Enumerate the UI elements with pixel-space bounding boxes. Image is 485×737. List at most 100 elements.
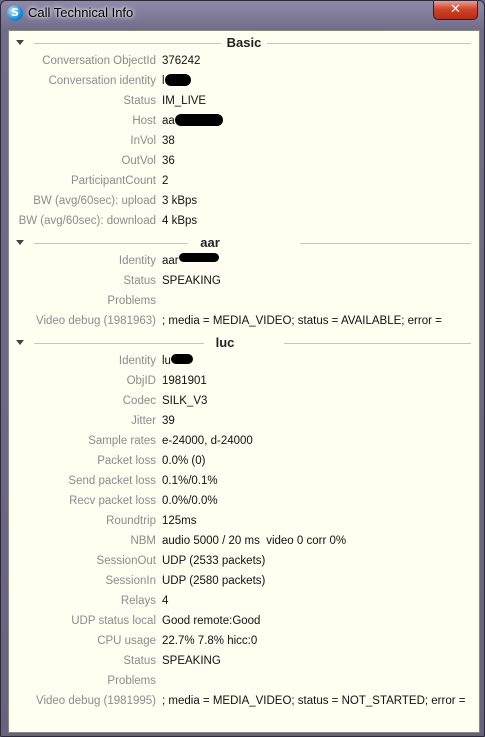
info-row: Problems: [9, 291, 479, 311]
row-label: UDP status local: [71, 615, 156, 627]
row-label: Video debug (1981995): [35, 695, 156, 707]
row-label: ParticipantCount: [70, 175, 156, 187]
row-value: e-24000, d-24000: [162, 435, 253, 447]
row-label: SessionOut: [96, 555, 156, 567]
info-row: Problems: [9, 671, 479, 691]
info-row: InVol 38: [9, 131, 479, 151]
row-label: Codec: [122, 395, 156, 407]
info-row: Sample rates e-24000, d-24000: [9, 431, 479, 451]
title-bar[interactable]: S Call Technical Info ✕: [1, 1, 484, 25]
row-value: SPEAKING: [162, 275, 221, 287]
info-row: BW (avg/60sec): download 4 kBps: [9, 211, 479, 231]
window-title: Call Technical Info: [28, 5, 134, 20]
info-row: Jitter 39: [9, 411, 479, 431]
redaction-mark: [174, 114, 223, 126]
row-value: 22.7% 7.8% hicc:0: [162, 635, 258, 647]
skype-icon: S: [7, 5, 23, 21]
row-value: 4 kBps: [162, 215, 198, 227]
row-label: Conversation identity: [48, 75, 156, 87]
info-row: UDP status local Good remote:Good: [9, 611, 479, 631]
row-label: Problems: [107, 295, 156, 307]
info-row: Identity lu: [9, 351, 479, 371]
row-value: UDP (2580 packets): [162, 575, 266, 587]
row-label: Sample rates: [88, 435, 156, 447]
row-label: Problems: [107, 675, 156, 687]
row-value: aar: [162, 255, 179, 267]
row-value: 0.0%/0.0%: [162, 495, 218, 507]
info-row: Roundtrip 125ms: [9, 511, 479, 531]
info-row: OutVol 36: [9, 151, 479, 171]
info-row: Recv packet loss 0.0%/0.0%: [9, 491, 479, 511]
row-value: ; media = MEDIA_VIDEO; status = AVAILABL…: [162, 315, 442, 327]
info-row: Status IM_LIVE: [9, 91, 479, 111]
info-row: SessionOut UDP (2533 packets): [9, 551, 479, 571]
call-technical-info-window: S Call Technical Info ✕ Basic Conversati…: [0, 0, 485, 737]
section-title-participant-1: aar: [194, 235, 226, 250]
info-row: ParticipantCount 2: [9, 171, 479, 191]
row-label: Identity: [118, 255, 156, 267]
row-label: Status: [123, 275, 156, 287]
section-header-participant-2[interactable]: luc: [9, 333, 479, 353]
redaction-mark: [240, 336, 279, 347]
info-row: Packet loss 0.0% (0): [9, 451, 479, 471]
info-row: BW (avg/60sec): upload 3 kBps: [9, 191, 479, 211]
row-label: Video debug (1981963): [35, 315, 156, 327]
row-label: Packet loss: [97, 455, 156, 467]
row-value: audio 5000 / 20 ms video 0 corr 0%: [162, 535, 347, 547]
info-row: SessionIn UDP (2580 packets): [9, 571, 479, 591]
row-value: Good remote:Good: [162, 615, 261, 627]
row-label: SessionIn: [105, 575, 156, 587]
row-label: NBM: [130, 535, 156, 547]
section-header-basic[interactable]: Basic: [9, 33, 479, 53]
info-row: Status SPEAKING: [9, 651, 479, 671]
row-value: UDP (2533 packets): [162, 555, 266, 567]
section-title-participant-2: luc: [209, 335, 241, 350]
row-value: 38: [162, 135, 175, 147]
info-row: Video debug (1981963) ; media = MEDIA_VI…: [9, 311, 479, 331]
info-row: Relays 4: [9, 591, 479, 611]
row-label: InVol: [130, 135, 156, 147]
info-row: Identity aar: [9, 251, 479, 271]
row-value: SPEAKING: [162, 655, 221, 667]
row-value: 2: [162, 175, 169, 187]
info-row: ObjID 1981901: [9, 371, 479, 391]
row-value: lu: [162, 355, 171, 367]
row-value: 376242: [162, 55, 201, 67]
info-row: Video debug (1981995) ; media = MEDIA_VI…: [9, 691, 479, 711]
info-row: Conversation identity l: [9, 71, 479, 91]
row-value: 0.1%/0.1%: [162, 475, 218, 487]
row-label: BW (avg/60sec): upload: [33, 195, 156, 207]
row-label: Roundtrip: [106, 515, 156, 527]
row-label: Recv packet loss: [69, 495, 156, 507]
row-label: Host: [132, 115, 156, 127]
row-value: 39: [162, 415, 175, 427]
info-row: CPU usage 22.7% 7.8% hicc:0: [9, 631, 479, 651]
row-label: Jitter: [131, 415, 156, 427]
row-label: Identity: [118, 355, 156, 367]
row-label: Relays: [120, 595, 156, 607]
redaction-mark: [164, 74, 191, 86]
row-value: IM_LIVE: [162, 95, 207, 107]
row-value: 36: [162, 155, 175, 167]
row-value: 3 kBps: [162, 195, 198, 207]
row-value: SILK_V3: [162, 395, 208, 407]
section-title-basic: Basic: [220, 35, 268, 50]
redaction-mark: [170, 354, 193, 364]
row-label: ObjID: [126, 375, 156, 387]
row-value: 125ms: [162, 515, 197, 527]
info-row: Status SPEAKING: [9, 271, 479, 291]
row-label: BW (avg/60sec): download: [18, 215, 156, 227]
row-value: 4: [162, 595, 169, 607]
row-label: CPU usage: [97, 635, 156, 647]
row-label: Send packet loss: [68, 475, 156, 487]
row-label: OutVol: [121, 155, 156, 167]
row-value: aa: [162, 115, 175, 127]
row-label: Conversation ObjectId: [42, 55, 156, 67]
row-value: 1981901: [162, 375, 207, 387]
section-header-participant-1[interactable]: aar: [9, 233, 479, 253]
row-label: Status: [123, 95, 156, 107]
row-label: Status: [123, 655, 156, 667]
close-button[interactable]: ✕: [433, 1, 478, 20]
row-value: ; media = MEDIA_VIDEO; status = NOT_STAR…: [162, 695, 466, 707]
info-row: NBM audio 5000 / 20 ms video 0 corr 0%: [9, 531, 479, 551]
